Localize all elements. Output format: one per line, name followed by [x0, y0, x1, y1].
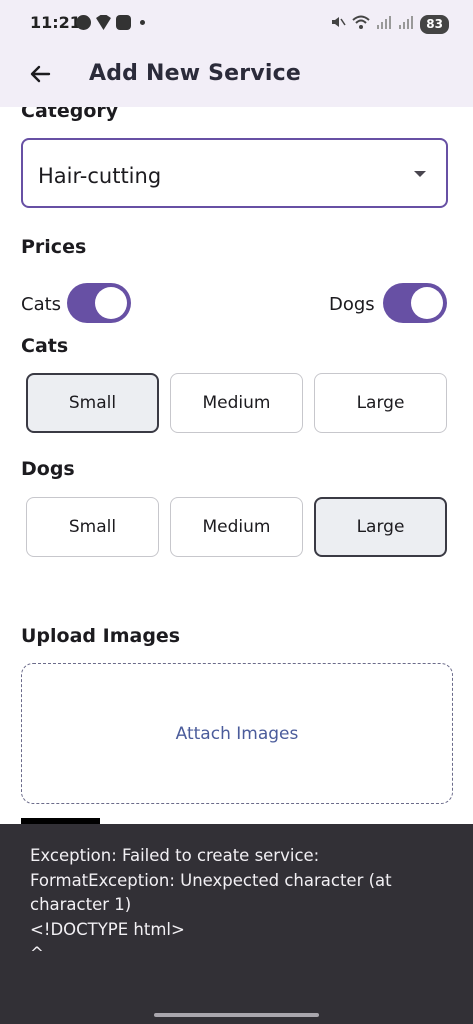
status-bar: 11:21 83 [0, 0, 473, 48]
signal-icon [398, 15, 414, 33]
screen: 11:21 83 Add New Service Category Hair-c… [0, 0, 473, 1024]
status-time: 11:21 [30, 13, 81, 32]
dogs-toggle-label: Dogs [329, 294, 375, 315]
dogs-price-switch[interactable] [383, 283, 447, 323]
arrow-back-icon [29, 63, 51, 89]
cats-label: Cats [21, 335, 69, 357]
cats-price-switch[interactable] [67, 283, 131, 323]
home-indicator[interactable] [154, 1013, 319, 1017]
status-icons-right: 83 [330, 14, 449, 34]
back-button[interactable] [18, 54, 62, 98]
brave-icon [96, 15, 111, 30]
dogs-size-medium-button[interactable]: Medium [170, 497, 303, 557]
dropdown-arrow-icon [414, 171, 426, 177]
dogs-size-large-button[interactable]: Large [314, 497, 447, 557]
mute-icon [330, 14, 346, 34]
error-snackbar: Exception: Failed to create service: For… [0, 824, 473, 1024]
top-bar: 11:21 83 Add New Service [0, 0, 473, 107]
status-icons-left [76, 15, 145, 30]
battery-icon: 83 [420, 14, 449, 34]
dogs-size-small-button[interactable]: Small [26, 497, 159, 557]
switch-thumb [411, 287, 443, 319]
wifi-icon [352, 14, 370, 34]
page-title: Add New Service [89, 61, 301, 86]
message-icon [76, 15, 91, 30]
dogs-label: Dogs [21, 458, 75, 480]
cats-size-large-button[interactable]: Large [314, 373, 447, 433]
youtube-icon [116, 15, 131, 30]
upload-images-label: Upload Images [21, 625, 181, 647]
switch-thumb [95, 287, 127, 319]
cats-size-medium-button[interactable]: Medium [170, 373, 303, 433]
attach-images-dropzone[interactable]: Attach Images [21, 663, 453, 804]
cats-toggle-label: Cats [21, 294, 62, 315]
prices-label: Prices [21, 236, 87, 258]
app-bar: Add New Service [0, 48, 473, 107]
attach-images-label: Attach Images [175, 724, 299, 744]
signal-icon [376, 15, 392, 33]
snackbar-message: Exception: Failed to create service: For… [30, 846, 392, 963]
dot-icon [140, 20, 145, 25]
category-value: Hair-cutting [38, 164, 162, 188]
cats-size-small-button[interactable]: Small [26, 373, 159, 433]
category-dropdown[interactable]: Hair-cutting [21, 138, 448, 208]
